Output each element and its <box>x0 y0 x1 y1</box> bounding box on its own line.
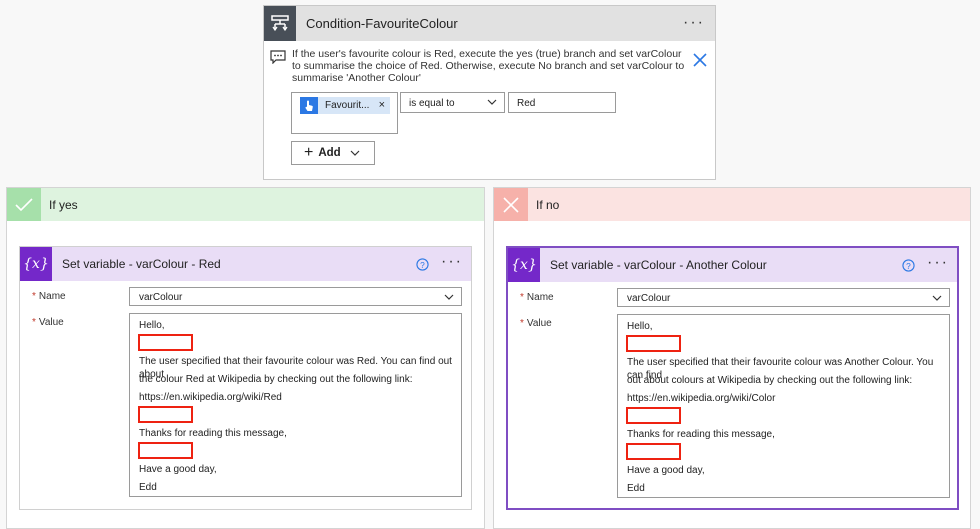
set-variable-card-red[interactable]: {x} Set variable - varColour - Red ? ···… <box>19 246 472 510</box>
variable-icon: {x} <box>20 247 52 281</box>
name-field-label: * Name <box>32 291 66 302</box>
condition-menu-button[interactable]: ··· <box>683 14 705 32</box>
yes-branch-header[interactable]: If yes <box>7 188 484 221</box>
redaction-box <box>626 443 681 460</box>
checkmark-icon <box>7 188 41 221</box>
comment-text: If the user's favourite colour is Red, e… <box>292 48 685 84</box>
value-field-label: * Value <box>520 318 552 329</box>
redaction-box <box>138 442 193 459</box>
set-variable-header[interactable]: {x} Set variable - varColour - Another C… <box>508 248 957 282</box>
add-button-label: Add <box>318 147 341 159</box>
remove-token-icon[interactable]: × <box>379 99 385 111</box>
value-line: Thanks for reading this message, <box>139 428 287 439</box>
chevron-down-icon <box>932 295 942 301</box>
help-icon[interactable]: ? <box>902 259 915 272</box>
manual-trigger-icon <box>300 97 318 114</box>
value-line: Have a good day, <box>627 465 705 476</box>
chevron-down-icon <box>444 294 454 300</box>
value-line: Thanks for reading this message, <box>627 429 775 440</box>
value-line: https://en.wikipedia.org/wiki/Color <box>627 393 776 404</box>
chevron-down-icon <box>487 99 497 105</box>
condition-card[interactable]: Condition-FavouriteColour ··· If the use… <box>263 5 716 180</box>
close-comment-icon[interactable] <box>692 52 708 68</box>
operator-value: is equal to <box>409 98 455 109</box>
condition-left-operand[interactable]: Favourit... × <box>291 92 398 134</box>
name-dropdown[interactable]: varColour <box>617 288 950 307</box>
condition-comment: If the user's favourite colour is Red, e… <box>270 48 707 84</box>
condition-icon <box>264 6 296 41</box>
no-branch-label: If no <box>536 197 560 212</box>
set-variable-title[interactable]: Set variable - varColour - Red <box>62 257 221 271</box>
set-variable-header[interactable]: {x} Set variable - varColour - Red ? ··· <box>20 247 471 281</box>
svg-text:?: ? <box>906 261 911 271</box>
svg-text:?: ? <box>420 260 425 270</box>
value-line: Edd <box>139 482 157 493</box>
compare-value: Red <box>517 98 536 109</box>
plus-icon: + <box>304 144 314 161</box>
name-value: varColour <box>627 293 671 304</box>
yes-branch: If yes {x} Set variable - varColour - Re… <box>6 187 485 529</box>
value-line: Hello, <box>139 320 165 331</box>
value-line: Have a good day, <box>139 464 217 475</box>
no-branch: If no {x} Set variable - varColour - Ano… <box>493 187 971 529</box>
token-label: Favourit... <box>325 100 370 111</box>
name-value: varColour <box>139 292 183 303</box>
redaction-box <box>626 335 681 352</box>
name-dropdown[interactable]: varColour <box>129 287 462 306</box>
close-icon <box>494 188 528 221</box>
help-icon[interactable]: ? <box>416 258 429 271</box>
value-textarea[interactable]: Hello, The user specified that their fav… <box>129 313 462 497</box>
yes-branch-label: If yes <box>49 197 78 212</box>
variable-icon: {x} <box>508 248 540 282</box>
action-menu-button[interactable]: ··· <box>927 254 949 272</box>
condition-right-operand[interactable]: Red <box>508 92 616 113</box>
value-line: Hello, <box>627 321 653 332</box>
comment-icon <box>270 50 286 64</box>
redaction-box <box>626 407 681 424</box>
flow-designer-canvas: Condition-FavouriteColour ··· If the use… <box>0 0 980 529</box>
dynamic-content-token[interactable]: Favourit... × <box>300 97 390 114</box>
operator-dropdown[interactable]: is equal to <box>400 92 505 113</box>
value-line: https://en.wikipedia.org/wiki/Red <box>139 392 282 403</box>
name-field-label: * Name <box>520 292 554 303</box>
value-line: out about colours at Wikipedia by checki… <box>627 375 913 386</box>
no-branch-header[interactable]: If no <box>494 188 970 221</box>
chevron-down-icon <box>350 150 360 156</box>
value-line: the colour Red at Wikipedia by checking … <box>139 374 413 385</box>
redaction-box <box>138 406 193 423</box>
condition-title[interactable]: Condition-FavouriteColour <box>306 16 458 31</box>
add-button[interactable]: + Add <box>291 141 375 165</box>
value-line: Edd <box>627 483 645 494</box>
set-variable-title[interactable]: Set variable - varColour - Another Colou… <box>550 258 767 272</box>
action-menu-button[interactable]: ··· <box>441 253 463 271</box>
redaction-box <box>138 334 193 351</box>
value-textarea[interactable]: Hello, The user specified that their fav… <box>617 314 950 498</box>
value-field-label: * Value <box>32 317 64 328</box>
condition-header[interactable]: Condition-FavouriteColour ··· <box>264 6 715 41</box>
set-variable-card-another-colour[interactable]: {x} Set variable - varColour - Another C… <box>506 246 959 510</box>
